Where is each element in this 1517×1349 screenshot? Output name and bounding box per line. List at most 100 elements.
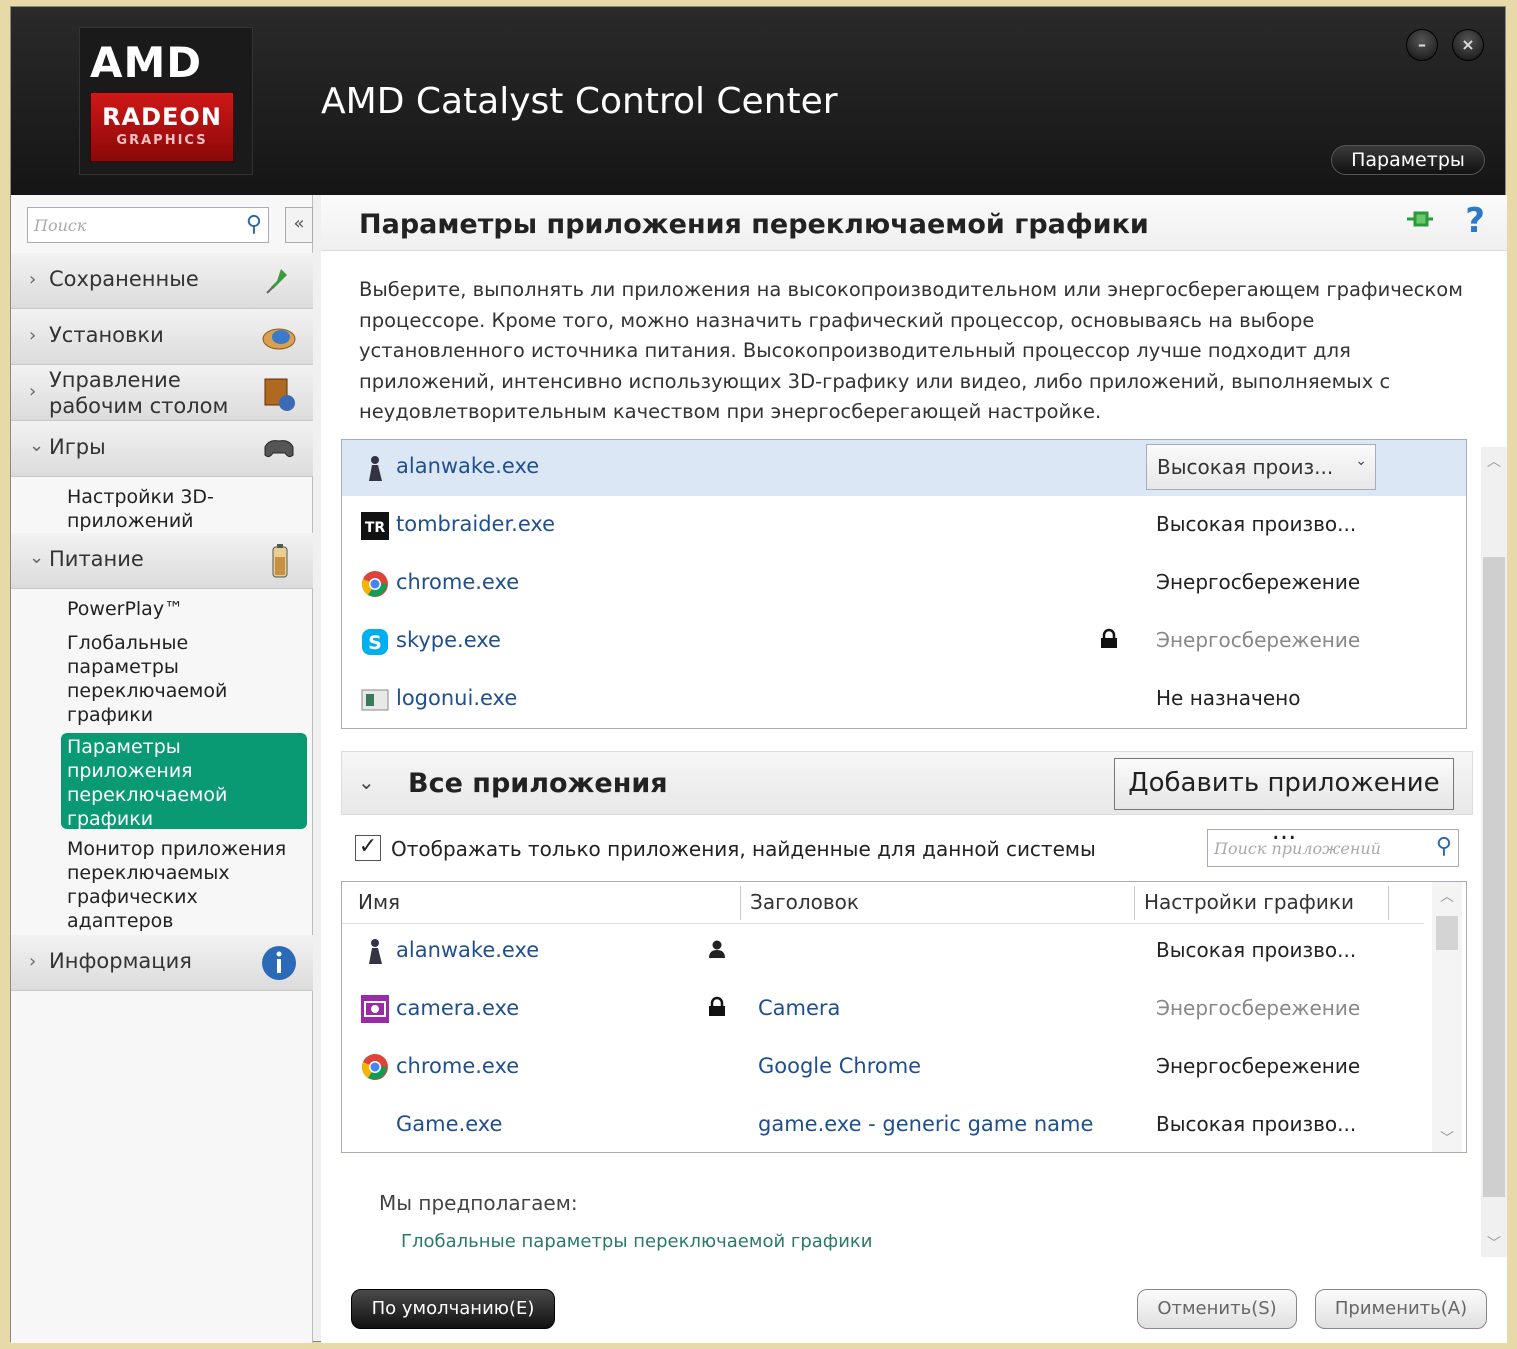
all-apps-table: Имя Заголовок Настройки графики alanwake…: [341, 881, 1467, 1153]
app-name: alanwake.exe: [396, 454, 540, 478]
collapse-sidebar-button[interactable]: «: [285, 207, 313, 243]
help-icon[interactable]: ?: [1465, 201, 1485, 241]
column-divider[interactable]: [1388, 886, 1389, 920]
chevron-right-icon: ›: [29, 951, 37, 972]
chevron-down-icon: ⌄: [29, 435, 45, 456]
page-title-bar: Параметры приложения переключаемой графи…: [321, 195, 1507, 251]
table-row[interactable]: chrome.exe Google Chrome Энергосбережени…: [342, 1040, 1424, 1098]
sidebar-item-label: Глобальные: [67, 632, 189, 654]
table-row[interactable]: alanwake.exe Высокая произво...: [342, 924, 1424, 982]
column-header-name[interactable]: Имя: [358, 890, 400, 914]
sidebar-item-global-switchable[interactable]: Глобальные параметры переключаемой графи…: [67, 631, 307, 727]
scrollbar-thumb[interactable]: [1483, 557, 1505, 1197]
scroll-down-icon[interactable]: ﹀: [1432, 1128, 1462, 1148]
all-apps-header: ⌄ Все приложения Добавить приложение ...: [341, 751, 1473, 846]
table-row[interactable]: Game.exe game.exe - generic game name Вы…: [342, 1098, 1424, 1156]
app-name: logonui.exe: [396, 686, 518, 710]
list-item[interactable]: logonui.exe Не назначено: [342, 672, 1466, 728]
close-button[interactable]: ×: [1452, 29, 1484, 61]
sidebar-section-games[interactable]: ⌄ Игры: [11, 421, 313, 477]
logo-graphics-text: GRAPHICS: [116, 133, 208, 148]
graphics-setting: Энергосбережение: [1156, 628, 1361, 652]
sidebar-section-desktop[interactable]: › Управление рабочим столом: [11, 365, 313, 421]
apply-button[interactable]: Применить(A): [1315, 1289, 1487, 1329]
scroll-down-icon[interactable]: ﹀: [1481, 1233, 1507, 1253]
minimize-button[interactable]: –: [1406, 29, 1438, 61]
graphics-setting[interactable]: Энергосбережение: [1156, 570, 1360, 594]
chevron-right-icon: ›: [29, 269, 37, 290]
chevron-down-icon: ⌄: [29, 547, 45, 568]
app-name: Game.exe: [396, 1112, 503, 1136]
chrome-icon: [361, 1054, 388, 1080]
sidebar-item-label: параметры: [67, 656, 179, 678]
column-header-graphics[interactable]: Настройки графики: [1144, 890, 1354, 914]
footer: По умолчанию(E) Отменить(S) Применить(A): [321, 1275, 1507, 1343]
scroll-up-icon[interactable]: ︿: [1432, 886, 1462, 906]
desktop-label-line2: рабочим столом: [49, 394, 229, 418]
header: AMD RADEON GRAPHICS AMD Catalyst Control…: [11, 7, 1505, 195]
scroll-up-icon[interactable]: ︿: [1481, 451, 1507, 471]
sidebar-item-label: Монитор приложения: [67, 838, 287, 860]
list-item[interactable]: chrome.exe Энергосбережение: [342, 556, 1466, 612]
sidebar-section-saved[interactable]: › Сохраненные: [11, 253, 313, 309]
chevron-down-icon: ⌄: [1355, 453, 1367, 469]
graphics-setting[interactable]: Высокая произво...: [1156, 1112, 1356, 1136]
column-divider[interactable]: [1134, 886, 1135, 920]
gamepad-icon: [264, 440, 294, 458]
recent-apps-list: alanwake.exe Высокая произ... ⌄ TR tombr…: [341, 439, 1467, 729]
list-item[interactable]: alanwake.exe Высокая произ... ⌄: [342, 440, 1466, 496]
table-row[interactable]: camera.exe Camera Энергосбережение: [342, 982, 1424, 1040]
app-search-input[interactable]: Поиск приложений ⚲: [1207, 829, 1459, 867]
search-icon[interactable]: ⚲: [246, 212, 262, 237]
graphics-setting-dropdown[interactable]: Высокая произ... ⌄: [1146, 444, 1376, 490]
column-divider[interactable]: [740, 886, 741, 920]
svg-text:S: S: [368, 632, 382, 654]
add-application-button[interactable]: Добавить приложение ...: [1114, 758, 1454, 846]
cancel-button[interactable]: Отменить(S): [1137, 1289, 1297, 1329]
chrome-icon: [361, 571, 388, 597]
sidebar-item-label: графики: [67, 704, 154, 726]
list-item[interactable]: S skype.exe Энергосбережение: [342, 614, 1466, 670]
dropdown-value: Высокая произ...: [1157, 455, 1334, 479]
sidebar-item-label: Параметры: [67, 736, 181, 758]
sidebar-item-powerplay[interactable]: PowerPlay™: [67, 597, 307, 621]
search-icon[interactable]: ⚲: [1436, 834, 1452, 859]
sidebar-section-information[interactable]: › Информация: [11, 935, 313, 991]
sidebar-section-power[interactable]: ⌄ Питание: [11, 533, 313, 589]
sidebar-item-label: Настройки 3D-: [67, 486, 214, 508]
scrollbar-thumb[interactable]: [1436, 916, 1458, 950]
show-found-apps-checkbox[interactable]: ✓: [355, 835, 381, 861]
suggestion-link[interactable]: Глобальные параметры переключаемой графи…: [401, 1231, 872, 1252]
preferences-button[interactable]: Параметры: [1331, 145, 1485, 175]
sidebar-item-3d-settings[interactable]: Настройки 3D- приложений: [67, 485, 307, 533]
column-header-title[interactable]: Заголовок: [750, 890, 859, 914]
app-name: tombraider.exe: [396, 512, 556, 536]
sidebar-item-app-switchable[interactable]: Параметры приложения переключаемой графи…: [61, 733, 307, 830]
sidebar-item-adapter-monitor[interactable]: Монитор приложения переключаемых графиче…: [67, 837, 307, 933]
logo-amd-text: AMD: [90, 38, 203, 87]
main-scrollbar[interactable]: ︿ ﹀: [1481, 447, 1507, 1257]
lock-icon: [1101, 628, 1117, 648]
sidebar-item-label: переключаемой: [67, 784, 228, 806]
app-search-placeholder: Поиск приложений: [1214, 839, 1381, 858]
pin-icon[interactable]: [1405, 209, 1435, 229]
app-title: game.exe - generic game name: [758, 1112, 1094, 1136]
graphics-setting[interactable]: Не назначено: [1156, 686, 1300, 710]
desktop-management-icon: [264, 378, 295, 411]
page-description: Выберите, выполнять ли приложения на выс…: [359, 278, 1463, 423]
graphics-setting[interactable]: Высокая произво...: [1156, 512, 1356, 536]
table-scrollbar[interactable]: ︿ ﹀: [1432, 882, 1462, 1152]
graphics-setting[interactable]: Энергосбережение: [1156, 1054, 1360, 1078]
app-name: alanwake.exe: [396, 938, 540, 962]
app-name: chrome.exe: [396, 1054, 520, 1078]
page-title: Параметры приложения переключаемой графи…: [359, 209, 1149, 240]
list-item[interactable]: TR tombraider.exe Высокая произво...: [342, 498, 1466, 554]
svg-text:TR: TR: [365, 520, 386, 536]
sidebar-search-input[interactable]: Поиск ⚲: [27, 207, 269, 243]
chevron-down-icon[interactable]: ⌄: [358, 770, 375, 794]
sidebar-section-label: Питание: [49, 547, 144, 571]
defaults-button[interactable]: По умолчанию(E): [351, 1289, 555, 1329]
sidebar-section-install[interactable]: › Установки: [11, 309, 313, 365]
graphics-setting[interactable]: Высокая произво...: [1156, 938, 1356, 962]
sidebar-section-label: Игры: [49, 435, 106, 459]
